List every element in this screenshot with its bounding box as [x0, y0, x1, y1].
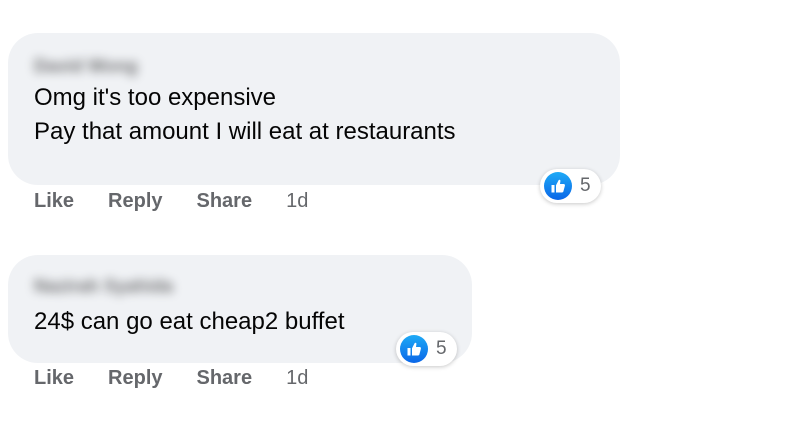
reply-button[interactable]: Reply — [108, 367, 162, 390]
comment-timestamp[interactable]: 1d — [286, 190, 308, 213]
share-button[interactable]: Share — [197, 367, 253, 390]
reply-button[interactable]: Reply — [108, 190, 162, 213]
share-button[interactable]: Share — [197, 190, 253, 213]
comment-actions: Like Reply Share 1d — [34, 367, 308, 390]
thumbs-up-icon — [400, 335, 428, 363]
comment-actions: Like Reply Share 1d — [34, 190, 308, 213]
thumbs-up-icon — [544, 172, 572, 200]
comment-author-name[interactable]: Nazirah Syahida — [34, 273, 173, 299]
comment-author-name[interactable]: David Wong — [34, 53, 138, 79]
reaction-count: 5 — [436, 338, 447, 359]
reaction-summary[interactable]: 5 — [540, 169, 601, 203]
like-button[interactable]: Like — [34, 367, 74, 390]
comment-text-line: Pay that amount I will eat at restaurant… — [34, 118, 456, 145]
like-button[interactable]: Like — [34, 190, 74, 213]
comments-thread: David Wong Omg it's too expensive Pay th… — [0, 0, 800, 423]
reaction-summary[interactable]: 5 — [396, 332, 457, 366]
comment-text-line: Omg it's too expensive — [34, 84, 277, 111]
comment-timestamp[interactable]: 1d — [286, 367, 308, 390]
comment-text: Omg it's too expensive Pay that amount I… — [34, 81, 620, 149]
comment: David Wong Omg it's too expensive Pay th… — [8, 33, 620, 212]
reaction-count: 5 — [580, 175, 591, 196]
comment-bubble: David Wong Omg it's too expensive Pay th… — [8, 33, 620, 185]
